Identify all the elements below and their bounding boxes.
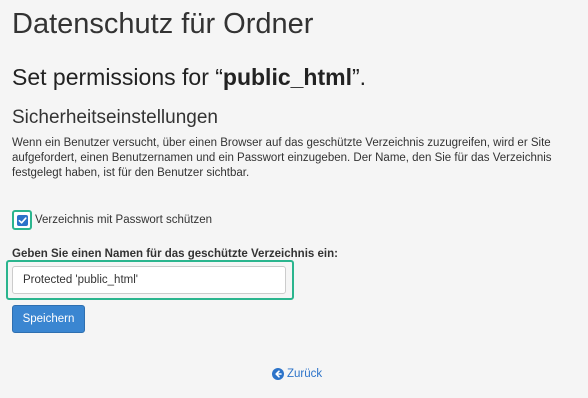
security-description: Wenn ein Benutzer versucht, über einen B… [12, 137, 552, 179]
page-subtitle: Set permissions for “public_html”. [12, 64, 366, 91]
protect-directory-checkbox[interactable] [12, 210, 32, 230]
subtitle-folder-name: public_html [222, 64, 352, 90]
protect-directory-checkbox-row[interactable]: Verzeichnis mit Passwort schützen [12, 208, 212, 232]
page-title: Datenschutz für Ordner [12, 8, 314, 40]
back-link-label[interactable]: Zurück [287, 368, 322, 380]
directory-name-label: Geben Sie einen Namen für das geschützte… [12, 248, 338, 260]
back-link[interactable]: Zurück [272, 368, 322, 380]
protect-directory-label[interactable]: Verzeichnis mit Passwort schützen [35, 214, 212, 226]
arrow-left-circle-icon [272, 368, 284, 380]
directory-name-input[interactable] [12, 266, 286, 294]
section-heading: Sicherheitseinstellungen [12, 107, 218, 128]
subtitle-prefix: Set permissions for “ [12, 64, 223, 90]
checkbox-checked-icon [16, 214, 28, 226]
checkmark-icon [18, 216, 27, 224]
save-button[interactable]: Speichern [12, 305, 85, 333]
subtitle-suffix: ”. [351, 64, 367, 90]
